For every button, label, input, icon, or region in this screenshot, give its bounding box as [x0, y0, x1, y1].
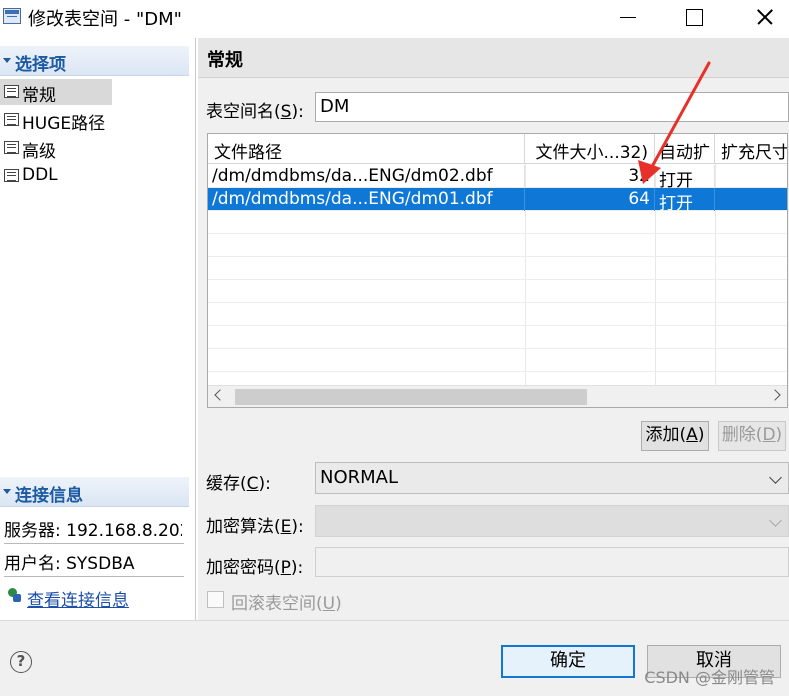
cell-path: /dm/dmdbms/da...ENG/dm01.dbf: [208, 188, 525, 211]
title-bar: 修改表空间 - "DM": [0, 0, 789, 36]
sidebar-item-general[interactable]: 常规: [0, 79, 112, 106]
cell-path: /dm/dmdbms/da...ENG/dm02.dbf: [208, 165, 525, 188]
encrypt-algorithm-label: 加密算法(E):: [206, 517, 304, 537]
sidebar-item-label: HUGE路径: [22, 114, 106, 134]
view-connection-info-link[interactable]: 查看连接信息: [27, 586, 129, 611]
encrypt-password-label: 加密密码(P):: [206, 558, 304, 578]
doc-icon: [4, 85, 19, 98]
options-section-header[interactable]: 选择项: [0, 46, 189, 76]
sidebar-item-huge-path[interactable]: HUGE路径: [0, 107, 112, 134]
sidebar-item-ddl[interactable]: DDL: [0, 163, 112, 189]
table-header: 文件路径 文件大小...32) 自动扩 扩充尺寸: [208, 134, 787, 164]
add-file-button[interactable]: 添加(A): [641, 421, 709, 451]
empty-row: [208, 280, 787, 303]
table-window-icon: [3, 8, 21, 24]
doc-icon: [4, 113, 19, 126]
chevron-down-icon: [769, 514, 782, 527]
table-row[interactable]: /dm/dmdbms/da...ENG/dm02.dbf 32 打开: [208, 165, 787, 188]
empty-row: [208, 211, 787, 234]
cell-extend-size: [715, 165, 787, 188]
column-header-size[interactable]: 文件大小...32): [525, 134, 655, 164]
tablespace-name-field[interactable]: DM: [315, 92, 789, 122]
rollback-tablespace-checkbox[interactable]: [207, 591, 224, 608]
column-header-path[interactable]: 文件路径: [208, 134, 525, 164]
panel-title: 常规: [207, 50, 243, 71]
tablespace-name-label: 表空间名(S):: [206, 102, 304, 122]
help-icon[interactable]: ?: [10, 651, 32, 673]
server-info: 服务器: 192.168.8.202: [4, 521, 182, 541]
general-panel: 常规 表空间名(S): DM 文件路径 文件大小...32) 自动扩 扩充尺寸 …: [198, 38, 789, 620]
cell-size: 32: [525, 165, 655, 188]
cell-autoextend: 打开: [655, 188, 715, 211]
collapse-triangle-icon: [3, 58, 11, 63]
sidebar-item-label: DDL: [22, 165, 58, 185]
cell-size: 64: [525, 188, 655, 211]
sidebar-item-label: 高级: [22, 142, 56, 162]
doc-icon: [4, 141, 19, 154]
divider: [4, 543, 184, 544]
empty-row: [208, 234, 787, 257]
table-row-selected[interactable]: /dm/dmdbms/da...ENG/dm01.dbf 64 打开: [208, 188, 787, 211]
panel-header: 常规: [198, 38, 789, 78]
encrypt-password-field[interactable]: [315, 547, 789, 577]
cell-autoextend: 打开: [655, 165, 715, 188]
column-header-autoextend[interactable]: 自动扩: [655, 134, 715, 164]
collapse-triangle-icon: [3, 489, 11, 494]
dialog-footer: ? 确定 取消 CSDN @金刚管管: [0, 620, 789, 696]
delete-file-button[interactable]: 删除(D): [718, 421, 786, 451]
minimize-icon[interactable]: [604, 0, 650, 34]
horizontal-scrollbar[interactable]: [208, 385, 787, 407]
close-icon[interactable]: [741, 0, 787, 34]
rollback-tablespace-label: 回滚表空间(U): [231, 594, 342, 614]
sidebar-item-label: 常规: [22, 86, 56, 106]
ok-button[interactable]: 确定: [501, 645, 635, 678]
scroll-left-icon[interactable]: [214, 389, 226, 401]
connection-link-icon: [6, 587, 22, 603]
connection-section-header[interactable]: 连接信息: [0, 477, 189, 507]
chevron-down-icon: [769, 471, 782, 484]
empty-row: [208, 303, 787, 326]
sidebar-item-advanced[interactable]: 高级: [0, 135, 112, 162]
encrypt-algorithm-select[interactable]: [315, 505, 789, 537]
scroll-right-icon[interactable]: [769, 389, 781, 401]
cache-label: 缓存(C):: [206, 474, 271, 494]
window-title: 修改表空间 - "DM": [28, 9, 182, 30]
cache-select[interactable]: NORMAL: [315, 462, 789, 494]
watermark: CSDN @金刚管管: [644, 668, 775, 687]
left-panel: 选择项 常规 HUGE路径 高级 DDL 连接信息 服务器: 192.168.8…: [0, 38, 196, 620]
user-info: 用户名: SYSDBA: [4, 554, 135, 574]
empty-row: [208, 257, 787, 280]
column-header-extend-size[interactable]: 扩充尺寸: [715, 134, 787, 164]
maximize-icon[interactable]: [670, 0, 716, 34]
scroll-thumb[interactable]: [235, 389, 587, 405]
cell-extend-size: [715, 188, 787, 211]
divider: [4, 576, 184, 577]
datafile-table[interactable]: 文件路径 文件大小...32) 自动扩 扩充尺寸 /dm/dmdbms/da..…: [207, 133, 788, 408]
doc-icon: [4, 169, 19, 182]
empty-row: [208, 349, 787, 372]
empty-row: [208, 326, 787, 349]
